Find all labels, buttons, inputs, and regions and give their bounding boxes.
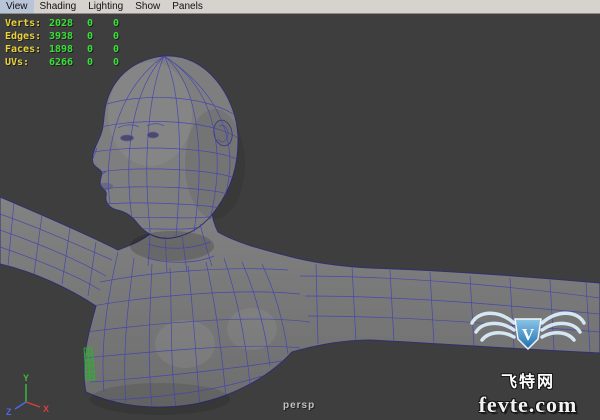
hud-row-edges: Edges: 3938 0 0 bbox=[5, 30, 139, 43]
hud-total: 3938 bbox=[49, 31, 74, 42]
hud-total: 2028 bbox=[49, 18, 74, 29]
hud-row-verts: Verts: 2028 0 0 bbox=[5, 17, 139, 30]
perspective-viewport[interactable]: Verts: 2028 0 0 Edges: 3938 0 0 Faces: 1… bbox=[0, 14, 600, 420]
hud-label: Verts: bbox=[5, 18, 42, 29]
hud-extra: 0 bbox=[113, 57, 120, 68]
hud-total: 1898 bbox=[49, 44, 74, 55]
hud-selected: 0 bbox=[87, 18, 94, 29]
watermark-site-name: 飞特网 bbox=[500, 374, 555, 391]
hud-total: 6266 bbox=[49, 57, 74, 68]
hud-selected: 0 bbox=[87, 57, 94, 68]
maya-model-panel: View Shading Lighting Show Panels Verts:… bbox=[0, 0, 600, 420]
hud-extra: 0 bbox=[113, 44, 120, 55]
menu-item-show[interactable]: Show bbox=[129, 0, 166, 13]
menu-item-shading[interactable]: Shading bbox=[34, 0, 83, 13]
hud-label: Faces: bbox=[5, 44, 42, 55]
hud-row-uvs: UVs: 6266 0 0 bbox=[5, 56, 139, 69]
axis-z-label: Z bbox=[6, 407, 12, 417]
menu-item-panels[interactable]: Panels bbox=[166, 0, 209, 13]
axis-x-label: X bbox=[43, 404, 49, 414]
hud-label: UVs: bbox=[5, 57, 30, 68]
panel-menu-bar: View Shading Lighting Show Panels bbox=[0, 0, 600, 14]
hud-label: Edges: bbox=[5, 31, 42, 42]
hud-selected: 0 bbox=[87, 44, 94, 55]
hud-extra: 0 bbox=[113, 18, 120, 29]
watermark: V 飞特网 fevte.com bbox=[462, 307, 594, 418]
axis-y-label: Y bbox=[23, 373, 29, 383]
fevte-logo-icon: V bbox=[470, 311, 586, 351]
camera-name-label: persp bbox=[283, 400, 316, 411]
watermark-domain: fevte.com bbox=[478, 392, 578, 417]
hud-row-faces: Faces: 1898 0 0 bbox=[5, 43, 139, 56]
svg-text:V: V bbox=[522, 325, 535, 344]
view-axis-indicator: Y X Z bbox=[6, 373, 49, 417]
hud-extra: 0 bbox=[113, 31, 120, 42]
heads-up-display: Verts: 2028 0 0 Edges: 3938 0 0 Faces: 1… bbox=[5, 17, 139, 69]
menu-item-lighting[interactable]: Lighting bbox=[82, 0, 129, 13]
hud-selected: 0 bbox=[87, 31, 94, 42]
menu-item-view[interactable]: View bbox=[0, 0, 34, 13]
